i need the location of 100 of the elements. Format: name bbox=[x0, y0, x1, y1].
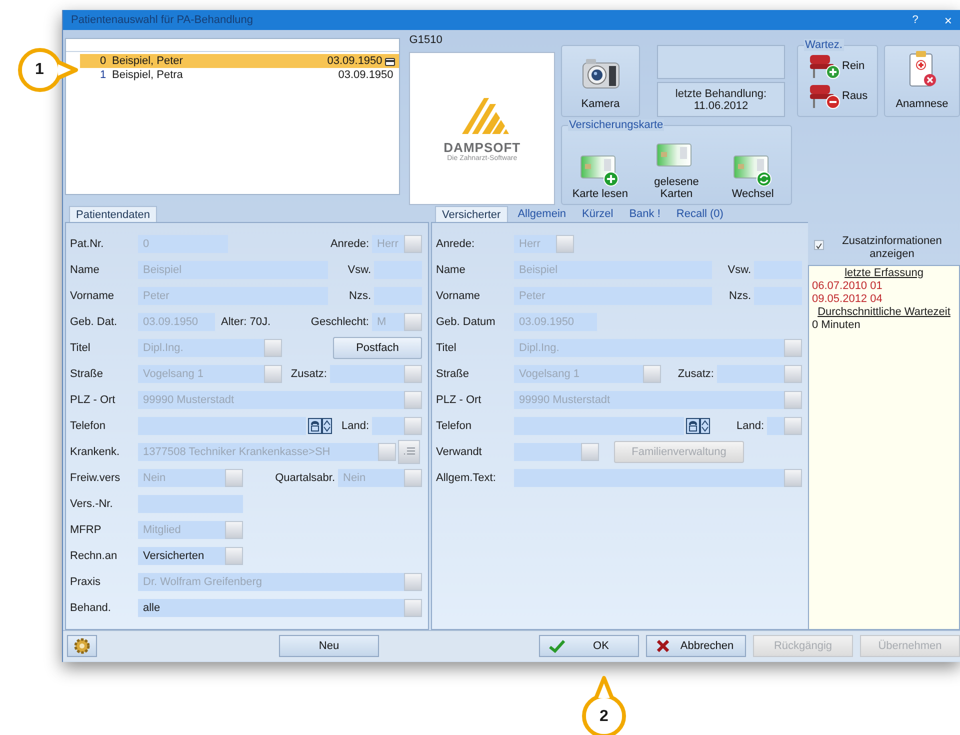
field-label: Land: bbox=[735, 420, 765, 432]
dropdown-button[interactable] bbox=[404, 313, 422, 331]
dropdown-button[interactable] bbox=[404, 235, 422, 253]
field-label: Krankenk. bbox=[70, 446, 121, 458]
field-label: Vsw. bbox=[726, 264, 752, 276]
field-label: Zusatz: bbox=[676, 368, 715, 380]
dropdown-button[interactable] bbox=[784, 365, 802, 383]
field-label: Telefon bbox=[436, 420, 472, 432]
tab[interactable]: Patientendaten bbox=[69, 206, 158, 222]
dropdown-button[interactable] bbox=[581, 443, 599, 461]
field-label: Titel bbox=[70, 342, 92, 354]
help-button[interactable]: ? bbox=[912, 14, 918, 26]
dropdown-button[interactable] bbox=[556, 235, 574, 253]
field-label: Straße bbox=[436, 368, 470, 380]
field-label: Geschlecht: bbox=[310, 316, 370, 328]
dropdown-field[interactable] bbox=[514, 469, 784, 487]
tab[interactable]: Recall (0) bbox=[670, 206, 730, 222]
field-label: Quartalsabr. bbox=[274, 472, 336, 484]
field-label: Vorname bbox=[436, 290, 482, 302]
dropdown-button[interactable] bbox=[784, 417, 802, 435]
field-label: Vsw. bbox=[346, 264, 372, 276]
dropdown-field[interactable]: alle bbox=[138, 599, 404, 617]
field-label: Rechn.an bbox=[70, 550, 118, 562]
field-label: Name bbox=[70, 264, 100, 276]
settings-button[interactable] bbox=[67, 635, 97, 657]
dropdown-button[interactable] bbox=[264, 339, 282, 357]
field-label: Straße bbox=[70, 368, 104, 380]
chair-minus-icon bbox=[808, 83, 840, 109]
window-title: Patientenauswahl für PA-Behandlung bbox=[71, 14, 254, 26]
dropdown-button[interactable] bbox=[404, 365, 422, 383]
anamnesis-button[interactable]: Anamnese bbox=[884, 45, 960, 117]
close-button[interactable]: × bbox=[944, 12, 952, 28]
tab[interactable]: Kürzel bbox=[576, 206, 620, 222]
field-label: PLZ - Ort bbox=[436, 394, 482, 406]
dropdown-button[interactable] bbox=[225, 469, 243, 487]
check-in-button[interactable]: Rein bbox=[808, 53, 877, 79]
field-label: Pat.Nr. bbox=[70, 238, 105, 250]
tab[interactable]: Allgemein bbox=[512, 206, 572, 222]
tab[interactable]: Bank ! bbox=[623, 206, 666, 222]
checkbox[interactable] bbox=[814, 240, 824, 250]
field-label: Allgem.Text: bbox=[436, 472, 497, 484]
field-label: Zusatz: bbox=[290, 368, 328, 380]
info-date: 11.06.2012 bbox=[694, 100, 748, 112]
chair-plus-icon bbox=[808, 53, 840, 79]
dropdown-field[interactable] bbox=[330, 365, 404, 383]
dropdown-field[interactable] bbox=[717, 365, 784, 383]
list-icon bbox=[403, 447, 415, 457]
section-heading: Durchschnittliche Wartezeit bbox=[818, 306, 950, 319]
read-cards-button[interactable]: gelesene Karten bbox=[643, 143, 710, 200]
check-out-button[interactable]: Raus bbox=[808, 83, 877, 109]
dropdown-button[interactable] bbox=[404, 417, 422, 435]
dropdown-button[interactable] bbox=[225, 547, 243, 565]
group-title: Wartez. bbox=[804, 39, 844, 51]
field-label: Verwandt bbox=[436, 446, 483, 458]
field-label: Nzs. bbox=[348, 290, 372, 302]
form-button[interactable]: Postfach bbox=[333, 337, 422, 359]
dropdown-button[interactable] bbox=[378, 443, 396, 461]
dropdown-button[interactable] bbox=[404, 391, 422, 409]
tick-icon bbox=[815, 241, 823, 251]
dropdown-button[interactable] bbox=[225, 521, 243, 539]
group-title: Versicherungskarte bbox=[568, 119, 664, 131]
action-button[interactable]: Neu bbox=[279, 635, 379, 657]
cancel-button[interactable]: Abbrechen bbox=[646, 635, 746, 657]
dropdown-field[interactable] bbox=[767, 417, 784, 435]
field-label: Vorname bbox=[70, 290, 116, 302]
field-label: Freiw.vers bbox=[70, 472, 122, 484]
gear-icon bbox=[73, 637, 91, 655]
dropdown-button[interactable] bbox=[784, 339, 802, 357]
dropdown-button[interactable] bbox=[264, 365, 282, 383]
field-label: Praxis bbox=[70, 576, 102, 588]
dropdown-button[interactable] bbox=[404, 599, 422, 617]
dropdown-field[interactable]: Versicherten bbox=[138, 547, 225, 565]
up-down-icon bbox=[700, 418, 710, 434]
field-label: Nzs. bbox=[728, 290, 752, 302]
dropdown-button[interactable] bbox=[784, 469, 802, 487]
patient-row[interactable]: 1 Beispiel, Petra 03.09.1950 bbox=[80, 68, 400, 82]
logo-name: DAMPSOFT bbox=[444, 140, 521, 154]
text-field[interactable] bbox=[138, 495, 243, 513]
phone-icon bbox=[308, 418, 322, 434]
up-down-icon bbox=[322, 418, 332, 434]
info-text: Alter: 70J. bbox=[220, 316, 272, 328]
patient-row[interactable]: 0 Beispiel, Peter 03.09.1950 bbox=[80, 54, 400, 68]
field-label: Geb. Dat. bbox=[70, 316, 118, 328]
change-card-button[interactable]: Wechsel bbox=[720, 155, 786, 200]
ok-button[interactable]: OK bbox=[539, 635, 639, 657]
practice-code: G1510 bbox=[409, 34, 444, 48]
dropdown-button[interactable] bbox=[404, 573, 422, 591]
dropdown-field[interactable] bbox=[372, 417, 404, 435]
field-label: Vers.-Nr. bbox=[70, 498, 114, 510]
read-card-button[interactable]: Karte lesen bbox=[567, 155, 634, 200]
dropdown-button[interactable] bbox=[404, 469, 422, 487]
dropdown-field[interactable] bbox=[514, 443, 581, 461]
card-refresh-icon bbox=[732, 155, 773, 187]
dropdown-button[interactable] bbox=[643, 365, 661, 383]
camera-button[interactable]: Kamera bbox=[561, 45, 640, 117]
list-button[interactable] bbox=[398, 440, 420, 464]
dropdown-button[interactable] bbox=[784, 391, 802, 409]
tab[interactable]: Versicherter bbox=[435, 206, 508, 222]
field-label: Behand. bbox=[70, 602, 112, 614]
field-label: Anrede: bbox=[329, 238, 370, 250]
